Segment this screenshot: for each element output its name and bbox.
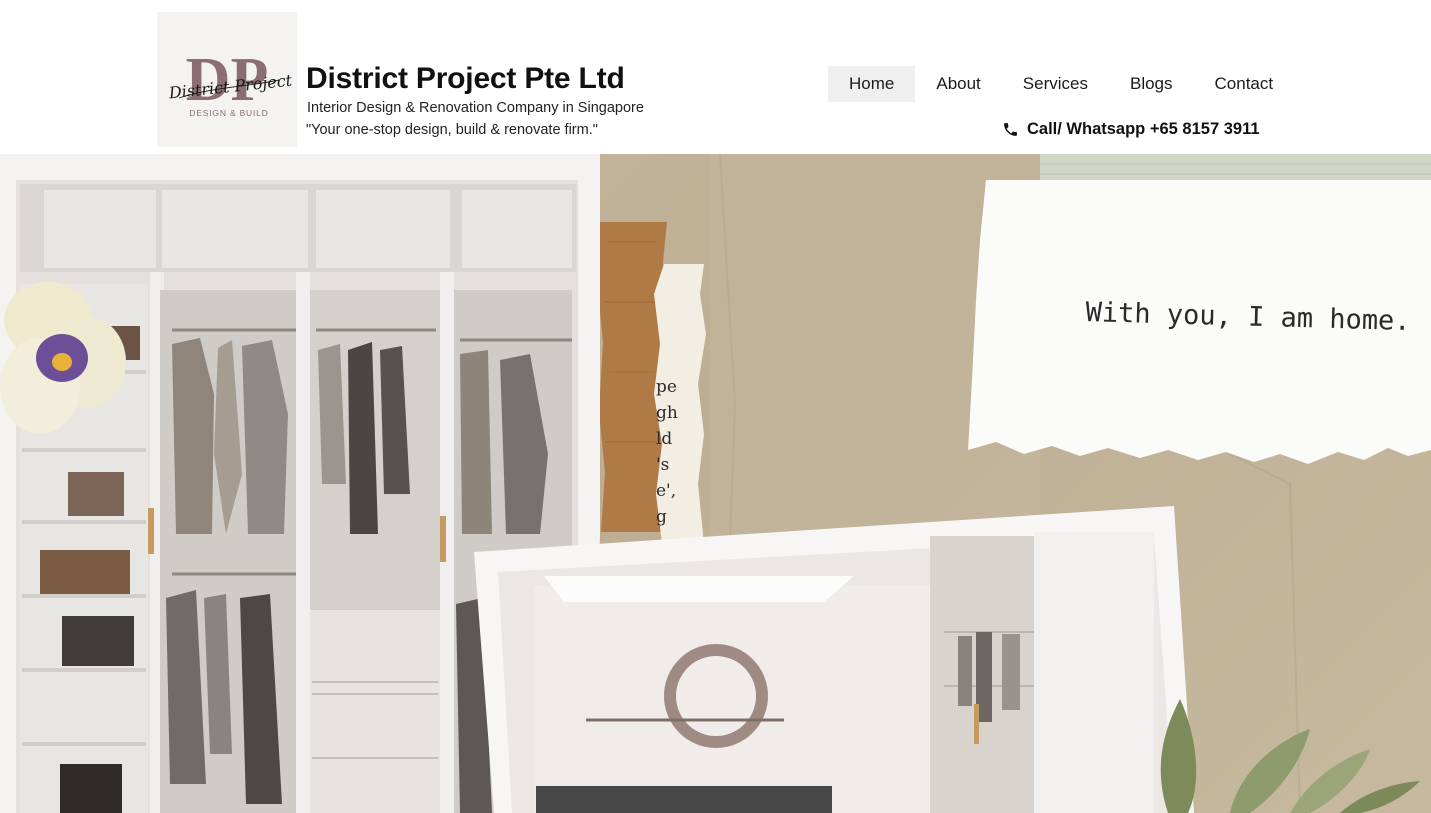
main-nav: Home About Services Blogs Contact <box>828 66 1294 102</box>
nav-blogs[interactable]: Blogs <box>1109 66 1194 102</box>
site-tagline: "Your one-stop design, build & renovate … <box>306 122 598 138</box>
logo-caption: DESIGN & BUILD <box>189 108 268 118</box>
hero-banner: pe gh ld 's e', g With you, I am home. <box>0 154 1431 813</box>
call-whatsapp-link[interactable]: Call/ Whatsapp +65 8157 3911 <box>1002 118 1260 140</box>
site-logo[interactable]: DP District Project DESIGN & BUILD <box>157 12 297 147</box>
phone-icon <box>1004 122 1017 136</box>
book-fragment-2: gh <box>656 403 678 423</box>
call-label: Call/ Whatsapp +65 8157 3911 <box>1027 119 1260 138</box>
book-fragment-1: pe <box>656 377 677 397</box>
nav-home[interactable]: Home <box>828 66 916 102</box>
nav-about[interactable]: About <box>915 66 1001 102</box>
site-header: DP District Project DESIGN & BUILD Distr… <box>0 0 1431 154</box>
site-subtitle: Interior Design & Renovation Company in … <box>307 100 644 116</box>
book-fragment-3: ld <box>656 429 672 449</box>
book-fragment-4: 's <box>656 455 669 475</box>
torn-book-page: pe gh ld 's e', g <box>654 264 706 544</box>
bedroom-photo <box>474 506 1194 813</box>
nav-contact[interactable]: Contact <box>1194 66 1295 102</box>
logo-mark: DP District Project DESIGN & BUILD <box>157 12 297 147</box>
nav-services[interactable]: Services <box>1002 66 1109 102</box>
plant-leaves <box>1160 699 1420 813</box>
site-title[interactable]: District Project Pte Ltd <box>306 62 625 96</box>
pansy-flower <box>0 282 126 434</box>
book-fragment-5: e', <box>656 481 676 501</box>
